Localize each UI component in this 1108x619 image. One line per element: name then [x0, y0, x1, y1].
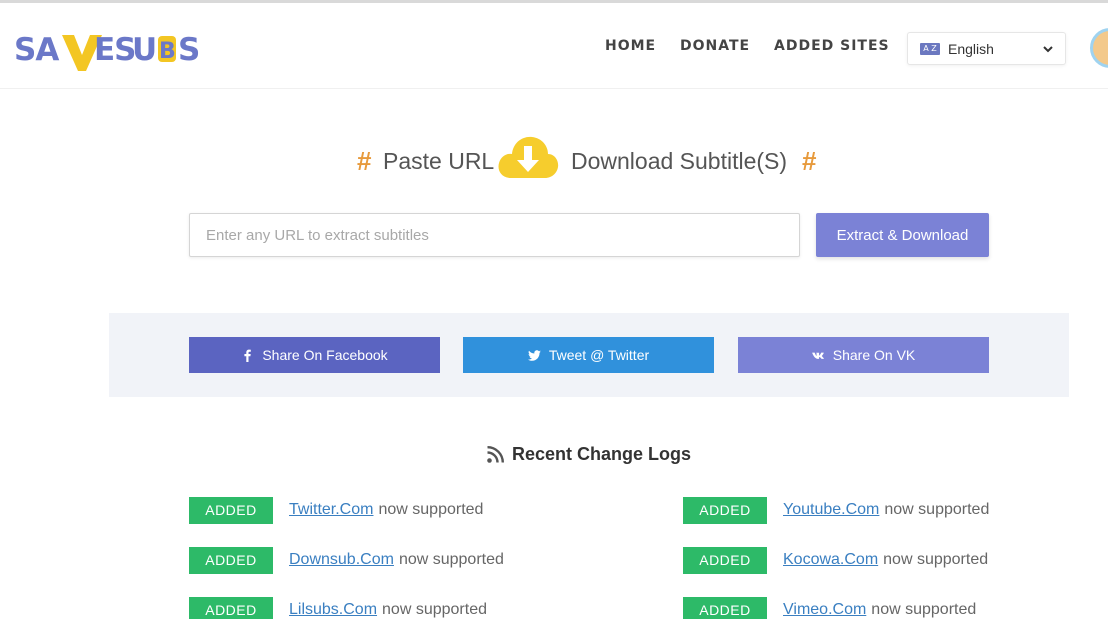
svg-text:ES: ES — [94, 32, 136, 68]
share-facebook-label: Share On Facebook — [262, 347, 388, 363]
list-item: ADDED Twitter.Com now supported — [189, 496, 483, 524]
share-vk-button[interactable]: Share On VK — [738, 337, 989, 373]
site-link[interactable]: Kocowa.Com — [783, 551, 878, 569]
hero-heading: # Paste URL Download Subtitle(S) # — [0, 132, 1108, 192]
chevron-down-icon — [1043, 46, 1053, 53]
added-badge: ADDED — [683, 546, 767, 574]
changelog-title: Recent Change Logs — [511, 444, 692, 464]
list-item: ADDED Vimeo.Com now supported — [683, 596, 976, 619]
hero-download-subtitles: Download Subtitle(S) — [571, 148, 788, 174]
supported-text: now supported — [884, 501, 990, 518]
language-selected: English — [948, 40, 994, 57]
supported-text: now supported — [382, 601, 487, 618]
svg-text:B: B — [159, 39, 176, 64]
site-link[interactable]: Vimeo.Com — [783, 601, 866, 619]
list-item: ADDED Kocowa.Com now supported — [683, 546, 988, 574]
list-item: ADDED Youtube.Com now supported — [683, 496, 989, 524]
added-badge: ADDED — [189, 546, 273, 574]
hash-left: # — [357, 146, 372, 176]
extract-download-button[interactable]: Extract & Download — [816, 213, 989, 257]
share-vk-label: Share On VK — [832, 347, 916, 363]
cloud-download-icon — [498, 136, 559, 178]
added-badge: ADDED — [683, 496, 767, 524]
savesubs-logo[interactable]: SA ES U B S — [14, 27, 214, 71]
share-twitter-button[interactable]: Tweet @ Twitter — [463, 337, 714, 373]
added-badge: ADDED — [189, 596, 273, 619]
list-item: ADDED Downsub.Com now supported — [189, 546, 504, 574]
twitter-icon — [527, 349, 541, 361]
list-item: ADDED Lilsubs.Com now supported — [189, 596, 487, 619]
supported-text: now supported — [871, 601, 977, 618]
supported-text: now supported — [883, 551, 989, 568]
site-link[interactable]: Youtube.Com — [783, 501, 879, 519]
rss-icon — [487, 446, 504, 463]
svg-text:U: U — [132, 32, 156, 68]
vk-icon — [811, 352, 824, 359]
site-link[interactable]: Downsub.Com — [289, 551, 394, 569]
changelog-heading: Recent Change Logs — [35, 444, 1108, 465]
url-input[interactable] — [189, 213, 800, 257]
supported-text: now supported — [398, 551, 504, 568]
language-select[interactable]: A Z English — [907, 32, 1066, 65]
nav-added-sites[interactable]: ADDED SITES — [774, 38, 890, 54]
avatar[interactable] — [1090, 28, 1108, 68]
hash-right: # — [802, 146, 817, 176]
svg-text:SA: SA — [14, 32, 59, 68]
facebook-icon — [244, 349, 252, 362]
share-facebook-button[interactable]: Share On Facebook — [189, 337, 440, 373]
site-link[interactable]: Lilsubs.Com — [289, 601, 377, 619]
svg-text:S: S — [178, 32, 200, 68]
share-twitter-label: Tweet @ Twitter — [548, 347, 650, 363]
share-panel: Share On Facebook Tweet @ Twitter Share … — [109, 313, 1069, 397]
added-badge: ADDED — [189, 496, 273, 524]
language-flag-icon: A Z — [920, 42, 940, 55]
supported-text: now supported — [378, 501, 484, 518]
site-header: SA ES U B S HOME DONATE ADDED SITES A Z … — [0, 3, 1108, 89]
nav-donate[interactable]: DONATE — [680, 38, 750, 54]
added-badge: ADDED — [683, 596, 767, 619]
site-link[interactable]: Twitter.Com — [289, 501, 373, 519]
nav-home[interactable]: HOME — [605, 38, 656, 54]
hero-paste-url: Paste URL — [383, 148, 495, 174]
